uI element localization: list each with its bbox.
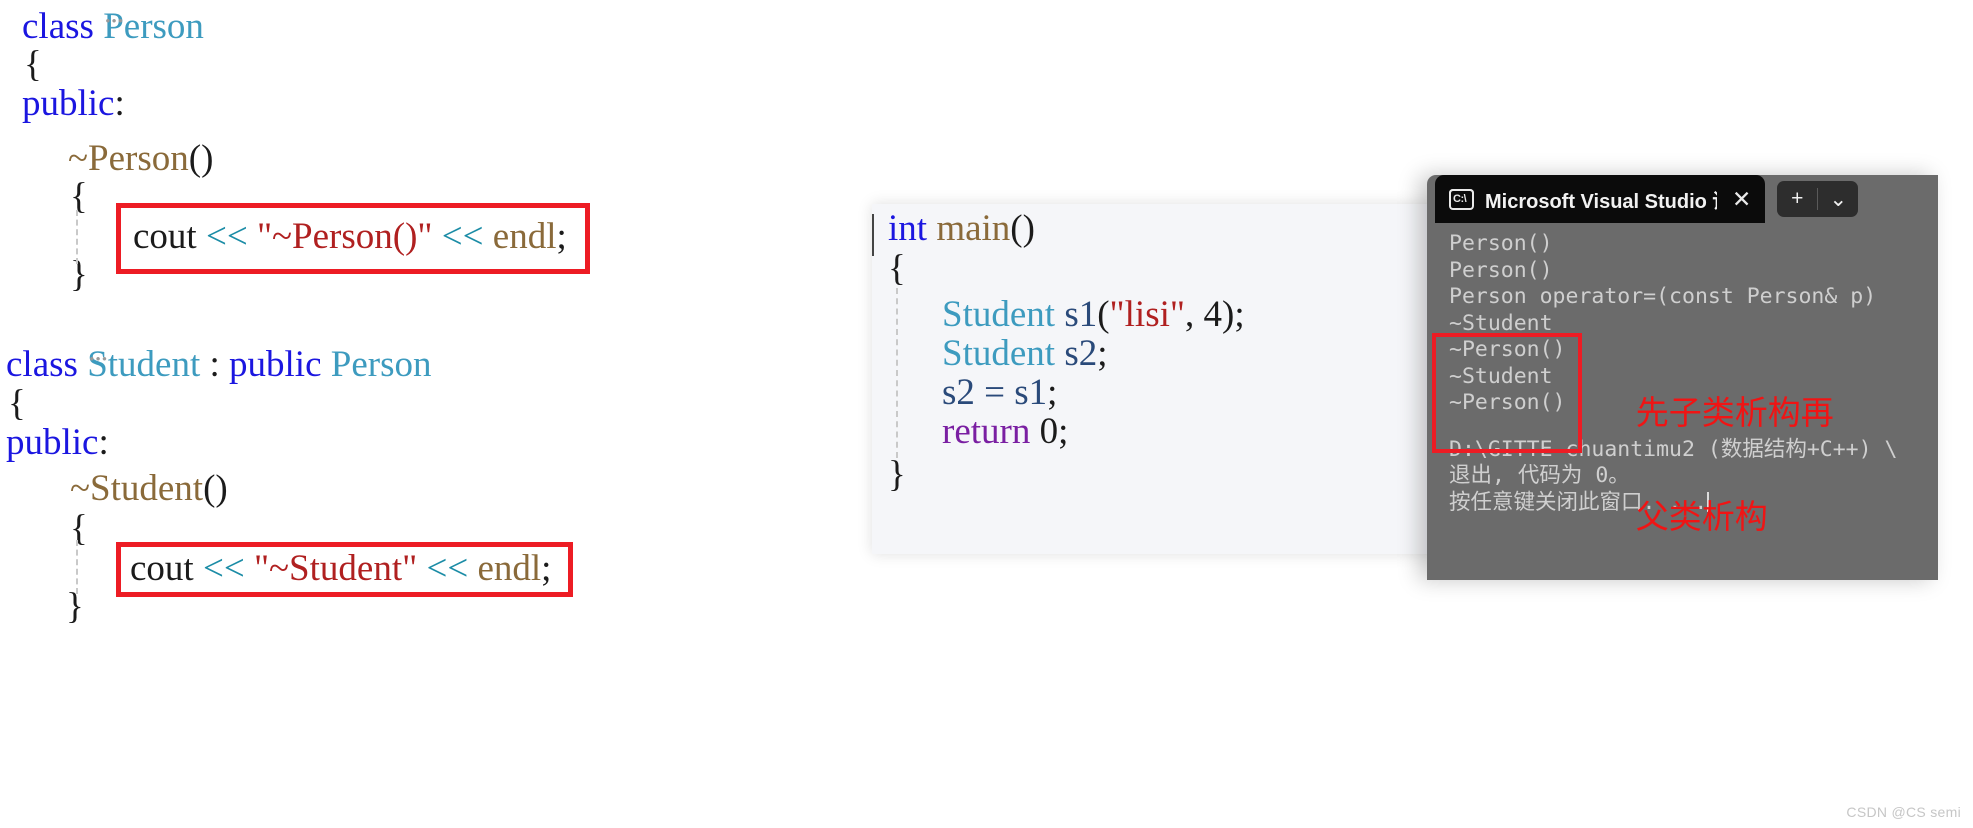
code-line: {: [70, 510, 88, 547]
console-output-line: Person(): [1449, 231, 1553, 256]
code-line: Student s2;: [942, 335, 1108, 372]
code-token: }: [70, 254, 88, 295]
console-titlebar: C:\ Microsoft Visual Studio 调试挂 ✕ + ⌄: [1435, 175, 1938, 223]
console-output-line: ~Student: [1449, 310, 1553, 336]
tab-actions-group: + ⌄: [1777, 181, 1859, 217]
code-token: (): [188, 138, 214, 179]
code-token: }: [888, 454, 906, 495]
code-token: :: [200, 344, 230, 385]
code-token: }: [66, 586, 84, 627]
chevron-down-icon[interactable]: ⌄: [1818, 181, 1858, 217]
close-icon[interactable]: ✕: [1728, 187, 1755, 211]
code-line: {: [8, 385, 26, 422]
code-line: s2 = s1;: [942, 374, 1057, 411]
code-token: public: [6, 422, 99, 463]
console-tab-title: Microsoft Visual Studio 调试挂: [1485, 190, 1717, 213]
left-code-panel: class Person{public:~Person(){cout << "~…: [0, 0, 860, 828]
code-token: ;: [1047, 372, 1058, 413]
code-token: Student: [942, 333, 1056, 374]
destructor-order-annotation: 先子类析构再 父类析构: [1599, 335, 1834, 580]
annotation-line-2: 父类析构: [1635, 498, 1768, 535]
code-token: ~Student: [70, 468, 204, 509]
code-line: public:: [22, 85, 125, 122]
annotation-line-1: 先子类析构再: [1635, 394, 1834, 431]
code-caret: [872, 214, 874, 256]
code-token: return: [942, 411, 1040, 452]
code-token: (: [1097, 294, 1110, 335]
code-token: {: [888, 248, 906, 289]
code-token: s2 = s1: [942, 372, 1048, 413]
code-line: {: [70, 178, 88, 215]
person-destructor-highlight: [116, 203, 590, 274]
csdn-watermark: CSDN @CS semi: [1846, 804, 1961, 820]
code-token: :: [98, 422, 109, 463]
code-token: {: [70, 176, 88, 217]
code-token: (): [203, 468, 228, 509]
code-token: Person: [103, 6, 204, 47]
console-tab[interactable]: C:\ Microsoft Visual Studio 调试挂 ✕: [1435, 175, 1766, 223]
code-token: ;: [1058, 411, 1069, 452]
code-line: int main(): [888, 210, 1035, 247]
code-line: {: [24, 46, 42, 83]
student-destructor-highlight: [116, 542, 573, 597]
console-output-line: Person(): [1449, 257, 1553, 283]
code-line: ~Person(): [68, 140, 213, 177]
code-token: {: [24, 44, 42, 85]
code-line: Student s1("lisi", 4);: [942, 296, 1245, 333]
code-line: }: [66, 588, 84, 625]
code-token: ,: [1185, 294, 1204, 335]
code-token: 4: [1203, 294, 1223, 335]
code-token: 0: [1039, 411, 1059, 452]
code-token: "lisi": [1109, 294, 1185, 335]
code-line: class Person: [22, 8, 204, 45]
terminal-icon: C:\: [1449, 188, 1474, 210]
code-line: {: [888, 250, 906, 287]
code-token: s1: [1055, 294, 1098, 335]
code-line: class Student : public Person: [6, 346, 432, 383]
code-line: }: [888, 456, 906, 493]
indent-guide: [76, 540, 78, 594]
code-token: ;: [1097, 333, 1108, 374]
code-token: ~Person: [68, 138, 189, 179]
code-token: :: [114, 83, 125, 124]
code-token: (): [1010, 208, 1035, 249]
new-tab-icon[interactable]: +: [1777, 181, 1817, 217]
code-token: {: [70, 508, 88, 549]
console-output-line: Person operator=(const Person& p): [1449, 284, 1877, 309]
code-token: class: [6, 344, 88, 385]
code-token: public: [229, 344, 331, 385]
code-line: public:: [6, 424, 109, 461]
code-token: Student: [942, 294, 1056, 335]
code-token: public: [22, 83, 115, 124]
code-token: Person: [330, 344, 432, 385]
code-token: s2: [1055, 333, 1098, 374]
code-line: return 0;: [942, 413, 1068, 450]
indent-guide: [76, 210, 78, 264]
main-indent-guide: [896, 288, 898, 458]
code-line: }: [70, 256, 88, 293]
main-function-code-panel: int main(){Student s1("lisi", 4); Student…: [872, 204, 1492, 554]
code-token: {: [8, 383, 26, 424]
code-token: );: [1222, 294, 1245, 335]
code-line: ~Student(): [70, 470, 228, 507]
code-token: class: [22, 6, 104, 47]
debug-console-window[interactable]: C:\ Microsoft Visual Studio 调试挂 ✕ + ⌄ Pe…: [1427, 175, 1938, 580]
code-token: main: [936, 208, 1011, 249]
code-token: Student: [87, 344, 200, 385]
terminal-icon-text: C:\: [1453, 192, 1467, 205]
code-token: int: [888, 208, 937, 249]
